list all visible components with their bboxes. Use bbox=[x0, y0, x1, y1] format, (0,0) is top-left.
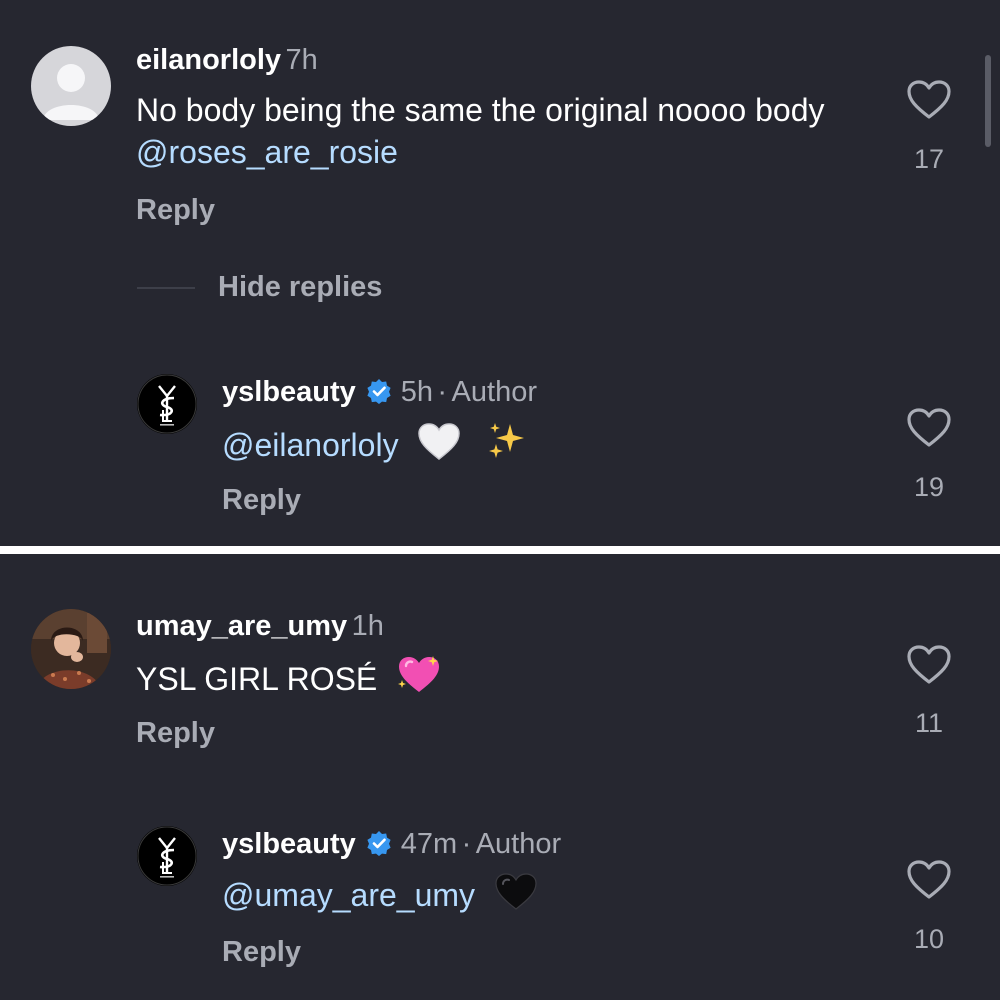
verified-badge-icon bbox=[366, 830, 392, 861]
username[interactable]: yslbeauty bbox=[222, 376, 356, 408]
author-label: Author bbox=[451, 376, 537, 408]
timestamp: 47m bbox=[400, 828, 458, 860]
profile-photo-avatar bbox=[31, 609, 111, 689]
reply-text: @eilanorloly bbox=[222, 420, 528, 472]
like-count: 10 bbox=[913, 924, 945, 954]
heart-outline-icon bbox=[907, 860, 951, 899]
mention-link[interactable]: @eilanorloly bbox=[222, 427, 399, 463]
scrollbar[interactable] bbox=[985, 55, 991, 147]
like-count: 17 bbox=[913, 144, 945, 174]
timestamp: 5h bbox=[400, 376, 433, 408]
like-button[interactable] bbox=[906, 407, 952, 449]
comment-text: YSL GIRL ROSÉ bbox=[136, 654, 442, 706]
heart-outline-icon bbox=[907, 645, 951, 684]
comment-thread-1: eilanorloly 7h No body being the same th… bbox=[0, 0, 1000, 546]
verified-badge-icon bbox=[366, 378, 392, 409]
comment-header: eilanorloly 7h bbox=[136, 44, 318, 77]
mention-link[interactable]: @umay_are_umy bbox=[222, 877, 475, 913]
author-label: Author bbox=[475, 828, 562, 860]
sparkles-icon bbox=[486, 420, 528, 472]
username[interactable]: umay_are_umy bbox=[136, 610, 347, 642]
black-heart-icon bbox=[494, 872, 538, 922]
reply-button[interactable]: Reply bbox=[136, 194, 215, 227]
comment-body: YSL GIRL ROSÉ bbox=[136, 661, 378, 697]
timestamp: 7h bbox=[285, 44, 318, 76]
reply-header: yslbeauty 47m · Author bbox=[222, 828, 561, 861]
comment-thread-2: umay_are_umy 1h YSL GIRL ROSÉ Reply 11 y… bbox=[0, 554, 1000, 1000]
heart-outline-icon bbox=[907, 408, 951, 447]
mention-link[interactable]: @roses_are_rosie bbox=[136, 134, 398, 170]
reply-button[interactable]: Reply bbox=[222, 936, 301, 969]
avatar[interactable] bbox=[31, 609, 111, 689]
white-heart-icon bbox=[417, 422, 461, 472]
like-count: 11 bbox=[914, 708, 944, 738]
ysl-logo-icon bbox=[137, 826, 197, 886]
timestamp: 1h bbox=[351, 610, 384, 642]
meta-separator: · bbox=[461, 828, 472, 860]
avatar[interactable] bbox=[31, 46, 111, 126]
avatar[interactable] bbox=[137, 374, 197, 434]
like-count: 19 bbox=[913, 472, 945, 502]
reply-header: yslbeauty 5h · Author bbox=[222, 376, 537, 409]
sparkling-heart-icon bbox=[396, 654, 442, 706]
avatar[interactable] bbox=[137, 826, 197, 886]
reply-button[interactable]: Reply bbox=[222, 484, 301, 517]
reply-text: @umay_are_umy bbox=[222, 872, 538, 922]
ysl-logo-icon bbox=[137, 374, 197, 434]
reply-button[interactable]: Reply bbox=[136, 717, 215, 750]
hide-replies-button[interactable]: Hide replies bbox=[218, 271, 382, 304]
meta-separator: · bbox=[437, 376, 448, 408]
heart-outline-icon bbox=[907, 80, 951, 119]
like-button[interactable] bbox=[906, 644, 952, 686]
like-button[interactable] bbox=[906, 859, 952, 901]
comment-text: No body being the same the original nooo… bbox=[136, 89, 866, 173]
hide-replies-line bbox=[137, 287, 195, 289]
like-button[interactable] bbox=[906, 79, 952, 121]
default-avatar-icon bbox=[43, 64, 99, 120]
username[interactable]: eilanorloly bbox=[136, 44, 281, 76]
comment-header: umay_are_umy 1h bbox=[136, 610, 384, 643]
username[interactable]: yslbeauty bbox=[222, 828, 356, 860]
comment-body: No body being the same the original nooo… bbox=[136, 92, 825, 128]
